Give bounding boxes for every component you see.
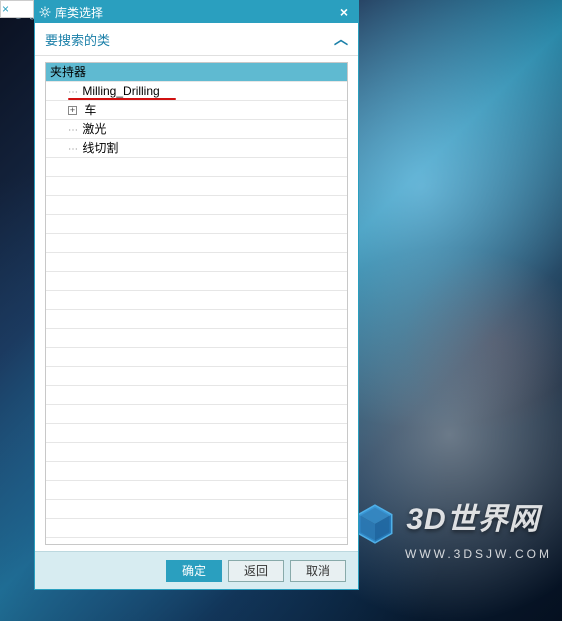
tree-item-lathe[interactable]: + 车	[46, 101, 347, 120]
tree-empty-row	[46, 329, 347, 348]
tree-item-wirecut[interactable]: ⋯ 线切割	[46, 139, 347, 158]
tree-empty-row	[46, 481, 347, 500]
tree-item-label: 激光	[82, 122, 106, 136]
tree-empty-row	[46, 405, 347, 424]
dialog-title: 库类选择	[55, 4, 334, 21]
left-tab-close-icon[interactable]: ×	[2, 2, 9, 16]
tree-empty-row	[46, 215, 347, 234]
tree-root[interactable]: 夹持器	[46, 63, 347, 82]
tree-empty-row	[46, 462, 347, 481]
tree-empty-row	[46, 291, 347, 310]
tree-item-label: 车	[84, 103, 96, 117]
tree-empty-row	[46, 367, 347, 386]
tree-item-label: Milling_Drilling	[82, 84, 159, 98]
dialog-titlebar[interactable]: 库类选择 ×	[35, 1, 358, 23]
tree-empty-row	[46, 519, 347, 538]
gear-icon	[39, 6, 51, 18]
tree-empty-row	[46, 424, 347, 443]
tree-connector-icon: ⋯	[68, 125, 77, 136]
tree-empty-row	[46, 272, 347, 291]
tree-empty-row	[46, 310, 347, 329]
tree-empty-row	[46, 196, 347, 215]
tree-item-milling-drilling[interactable]: ⋯ Milling_Drilling	[46, 82, 347, 101]
tree-empty-row	[46, 443, 347, 462]
section-header[interactable]: 要搜索的类 ︿	[35, 23, 358, 56]
tree-connector-icon: ⋯	[68, 87, 77, 98]
tree-empty-row	[46, 177, 347, 196]
tree-empty-row	[46, 386, 347, 405]
tree-empty-row	[46, 348, 347, 367]
tree-empty-row	[46, 158, 347, 177]
library-class-dialog: 库类选择 × 要搜索的类 ︿ 夹持器 ⋯ Milling_Drilling + …	[34, 0, 359, 590]
tree-item-laser[interactable]: ⋯ 激光	[46, 120, 347, 139]
tree-empty-row	[46, 253, 347, 272]
expand-icon[interactable]: +	[68, 106, 77, 115]
cancel-button[interactable]: 取消	[290, 560, 346, 582]
section-label: 要搜索的类	[45, 30, 334, 49]
tree-empty-row	[46, 234, 347, 253]
close-icon[interactable]: ×	[334, 4, 354, 20]
tree-connector-icon: ⋯	[68, 144, 77, 155]
tree-empty-row	[46, 500, 347, 519]
chevron-up-icon: ︿	[334, 29, 348, 49]
class-tree[interactable]: 夹持器 ⋯ Milling_Drilling + 车 ⋯ 激光 ⋯ 线切割	[45, 62, 348, 545]
dialog-button-bar: 确定 返回 取消	[35, 551, 358, 589]
tree-item-label: 线切割	[82, 141, 118, 155]
ok-button[interactable]: 确定	[166, 560, 222, 582]
tree-root-label: 夹持器	[50, 65, 86, 79]
back-button[interactable]: 返回	[228, 560, 284, 582]
